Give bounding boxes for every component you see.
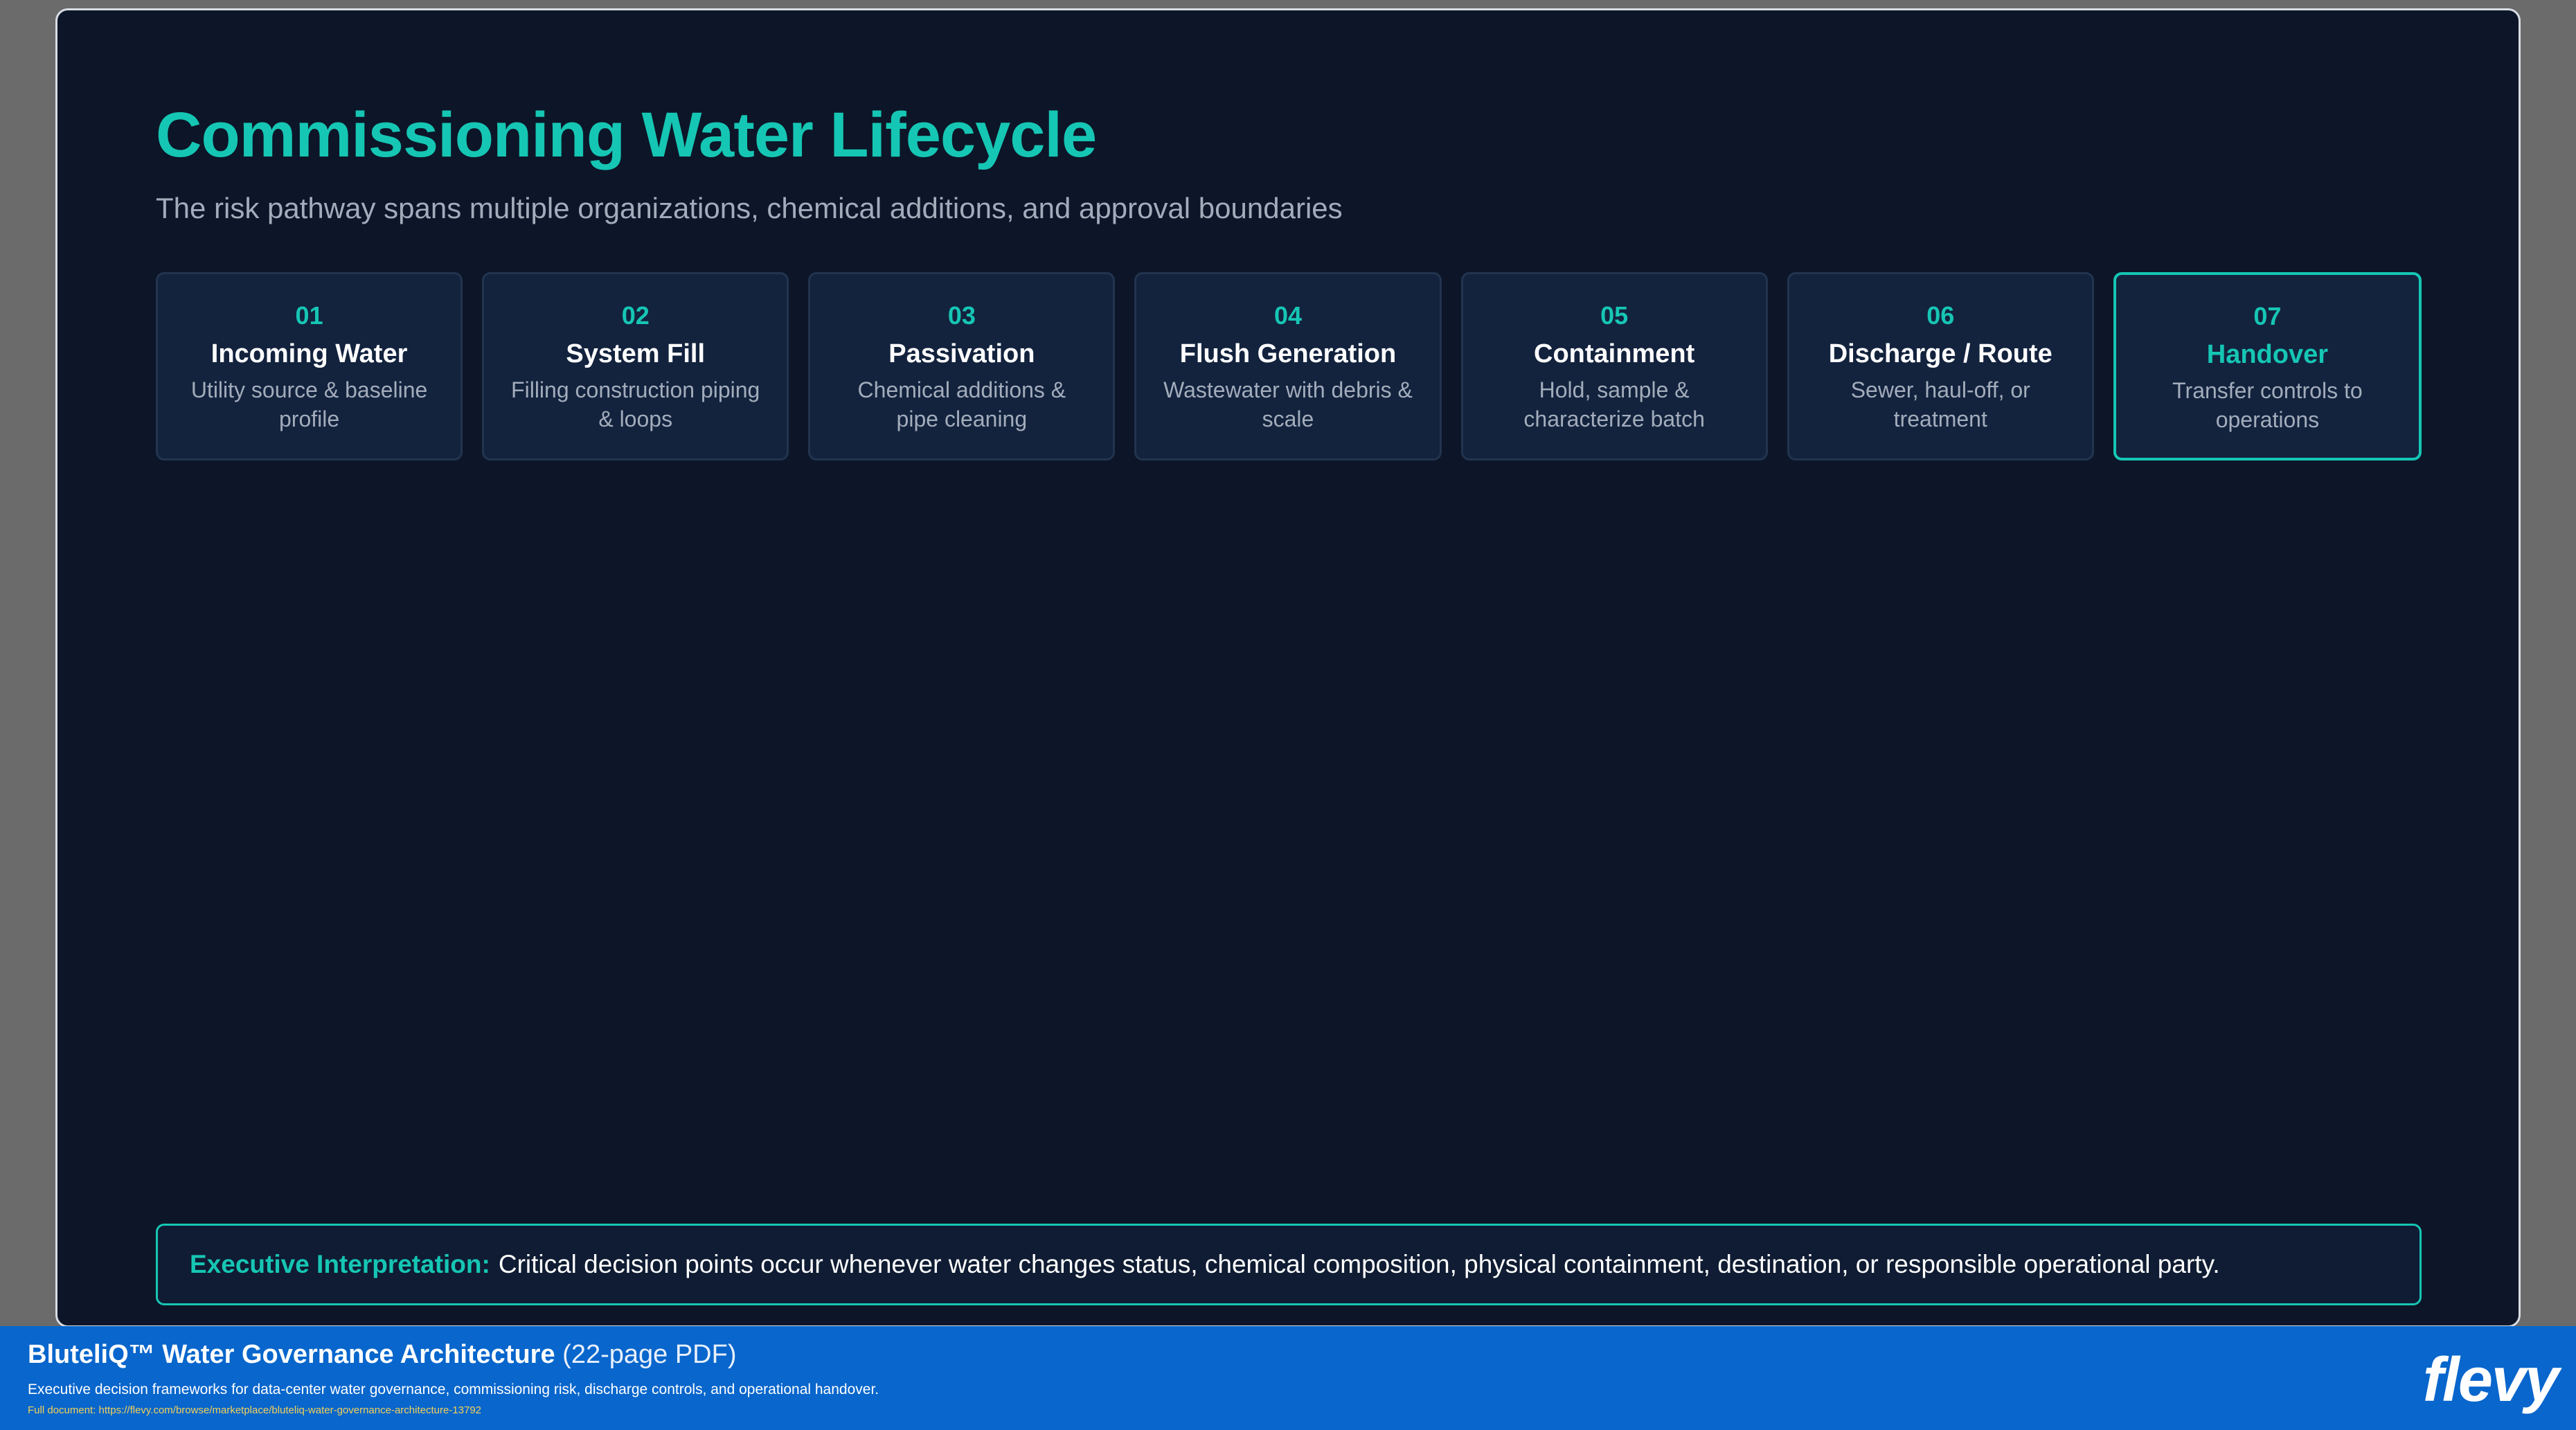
- step-card-03: 03 Passivation Chemical additions & pipe…: [808, 272, 1116, 461]
- step-description: Transfer controls to operations: [2172, 378, 2363, 432]
- callout-label: Executive Interpretation:: [190, 1250, 490, 1278]
- step-card-06: 06 Discharge / Route Sewer, haul-off, or…: [1787, 272, 2094, 461]
- page-title: Commissioning Water Lifecycle: [156, 100, 1097, 170]
- step-title: Flush Generation: [1179, 339, 1397, 368]
- lifecycle-steps: 01 Incoming Water Utility source & basel…: [156, 272, 2422, 461]
- step-description: Sewer, haul-off, or treatment: [1850, 377, 2030, 431]
- slide: Commissioning Water Lifecycle The risk p…: [55, 8, 2521, 1328]
- document-title: BluteliQ™ Water Governance Architecture: [28, 1340, 555, 1369]
- page-count: (22-page PDF): [562, 1340, 737, 1369]
- step-number: 07: [2253, 302, 2282, 330]
- step-number: 04: [1273, 301, 1303, 330]
- step-number: 05: [1600, 301, 1629, 330]
- step-title: Passivation: [888, 339, 1035, 368]
- callout-text: Critical decision points occur whenever …: [498, 1250, 2220, 1278]
- footer-description: Executive decision frameworks for data-c…: [28, 1382, 879, 1397]
- flevy-logo[interactable]: flevy: [2423, 1346, 2559, 1415]
- step-description: Filling construction piping & loops: [511, 377, 760, 431]
- step-description: Hold, sample & characterize batch: [1523, 377, 1705, 431]
- executive-interpretation-callout: Executive Interpretation: Critical decis…: [156, 1224, 2422, 1305]
- step-title: Incoming Water: [211, 339, 408, 368]
- step-number: 03: [947, 301, 976, 330]
- document-footer-banner: BluteliQ™ Water Governance Architecture …: [0, 1326, 2576, 1430]
- step-number: 01: [295, 301, 323, 330]
- step-description: Chemical additions & pipe cleaning: [857, 377, 1066, 431]
- footer-title: BluteliQ™ Water Governance Architecture …: [28, 1340, 737, 1370]
- step-title: System Fill: [566, 339, 706, 368]
- step-description: Wastewater with debris & scale: [1163, 377, 1413, 431]
- step-card-01: 01 Incoming Water Utility source & basel…: [156, 272, 463, 461]
- step-card-07: 07 Handover Transfer controls to operati…: [2113, 272, 2422, 461]
- step-card-05: 05 Containment Hold, sample & characteri…: [1460, 272, 1768, 461]
- page-subtitle: The risk pathway spans multiple organiza…: [156, 192, 1343, 224]
- full-document-link[interactable]: Full document: https://flevy.com/browse/…: [28, 1404, 481, 1416]
- step-title: Containment: [1534, 339, 1695, 368]
- step-title: Discharge / Route: [1828, 339, 2052, 368]
- step-number: 06: [1926, 301, 1955, 330]
- step-description: Utility source & baseline profile: [190, 377, 428, 431]
- step-card-02: 02 System Fill Filling construction pipi…: [482, 272, 789, 461]
- step-title: Handover: [2206, 340, 2329, 369]
- step-number: 02: [621, 301, 650, 330]
- step-card-04: 04 Flush Generation Wastewater with debr…: [1134, 272, 1442, 461]
